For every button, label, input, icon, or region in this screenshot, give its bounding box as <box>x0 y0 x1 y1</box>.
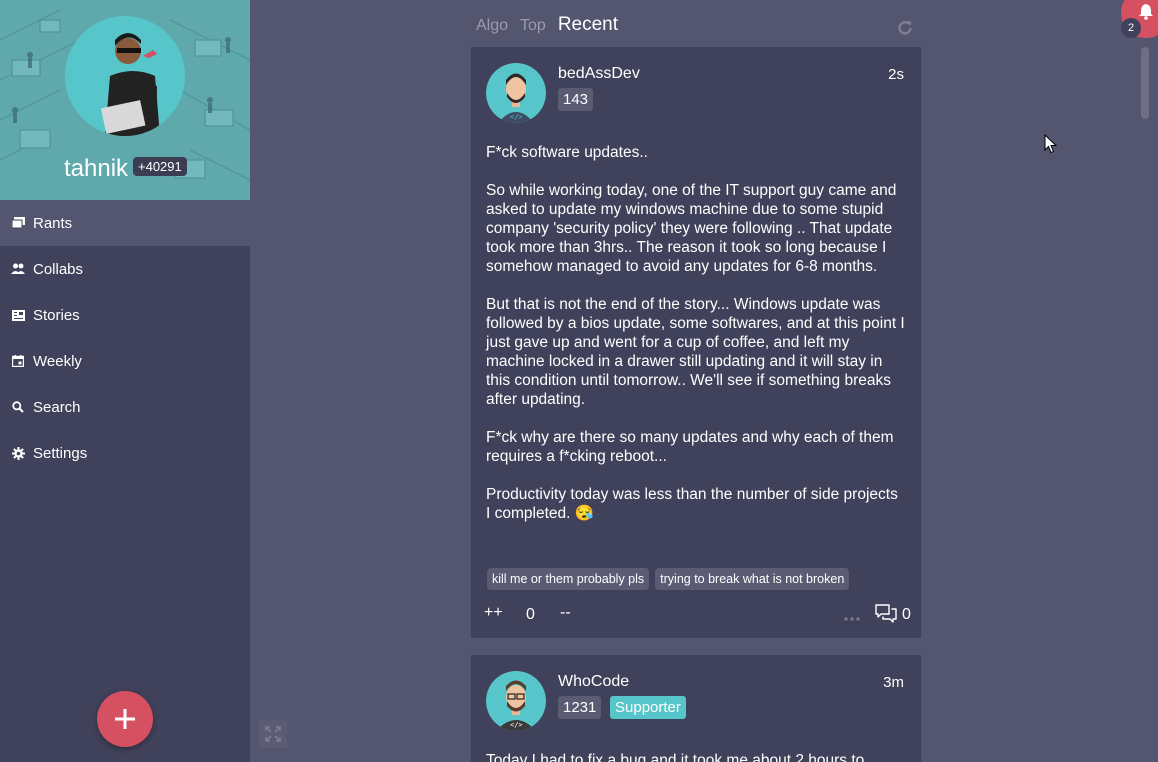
user-score-badge: 143 <box>558 88 594 111</box>
sidebar-item-label: Collabs <box>33 260 84 278</box>
sidebar-item-collabs[interactable]: Collabs <box>0 246 250 292</box>
profile-name: tahnik <box>64 155 129 182</box>
rant-timestamp: 2s <box>888 66 904 83</box>
feed-tabs: Algo Top Recent <box>476 14 630 36</box>
sidebar-item-label: Search <box>33 398 81 416</box>
rant-body[interactable]: Today I had to fix a bug and it took me … <box>486 751 906 762</box>
rant-card[interactable]: </> bedAssDev 143 2s F*ck software updat… <box>471 47 921 638</box>
sidebar-item-label: Rants <box>33 214 73 232</box>
calendar-icon <box>11 354 25 368</box>
sidebar-item-label: Settings <box>33 444 88 462</box>
sidebar-item-search[interactable]: Search <box>0 384 250 430</box>
avatar-illustration: </> <box>496 680 536 731</box>
rant-body[interactable]: F*ck software updates.. So while working… <box>486 143 906 542</box>
tag-chip[interactable]: trying to break what is not broken <box>655 568 850 590</box>
bell-icon <box>1138 3 1154 25</box>
sidebar: tahnik +40291 Rants Collabs Stories Week… <box>0 0 250 762</box>
comment-icon[interactable] <box>875 604 897 624</box>
username[interactable]: bedAssDev <box>558 65 640 83</box>
scrollbar-thumb[interactable] <box>1141 47 1149 119</box>
supporter-badge: Supporter <box>610 696 686 719</box>
profile-score-badge: +40291 <box>133 157 187 176</box>
rant-paragraph: Productivity today was less than the num… <box>486 486 898 522</box>
collabs-icon <box>11 262 25 276</box>
sidebar-item-rants[interactable]: Rants <box>0 200 250 246</box>
svg-text:</>: </> <box>510 113 523 121</box>
plus-icon <box>115 709 135 729</box>
more-options-icon[interactable] <box>844 608 860 626</box>
tag-list: kill me or them probably pls trying to b… <box>487 568 855 590</box>
profile-avatar[interactable] <box>65 16 185 136</box>
rant-card[interactable]: </> WhoCode 1231 Supporter 3m Today I ha… <box>471 655 921 762</box>
tag-chip[interactable]: kill me or them probably pls <box>487 568 650 590</box>
svg-text:</>: </> <box>510 721 523 729</box>
tab-recent[interactable]: Recent <box>558 14 618 36</box>
sidebar-item-settings[interactable]: Settings <box>0 430 250 476</box>
user-avatar[interactable]: </> <box>486 671 546 731</box>
tab-top[interactable]: Top <box>520 17 546 35</box>
expand-icon <box>265 726 281 742</box>
vote-count: 0 <box>526 606 535 623</box>
sidebar-item-stories[interactable]: Stories <box>0 292 250 338</box>
profile-banner[interactable]: tahnik +40291 <box>0 0 250 200</box>
downvote-button[interactable]: -- <box>560 604 571 622</box>
rant-paragraph: F*ck software updates.. <box>486 144 648 161</box>
avatar-illustration: </> <box>498 73 534 123</box>
rant-paragraph: F*ck why are there so many updates and w… <box>486 429 894 465</box>
mouse-cursor-icon <box>1044 133 1058 159</box>
rant-timestamp: 3m <box>883 674 904 691</box>
sidebar-item-label: Stories <box>33 306 80 324</box>
notification-count-badge: 2 <box>1121 18 1141 38</box>
rant-paragraph: But that is not the end of the story... … <box>486 296 905 408</box>
stories-icon <box>11 308 25 322</box>
gear-icon <box>11 446 25 460</box>
rant-paragraph: So while working today, one of the IT su… <box>486 182 897 275</box>
avatar-illustration <box>100 33 160 136</box>
sidebar-nav: Rants Collabs Stories Weekly Search Sett… <box>0 200 250 476</box>
tab-algo[interactable]: Algo <box>476 17 508 35</box>
add-rant-button[interactable] <box>97 691 153 747</box>
expand-button[interactable] <box>259 720 287 748</box>
search-icon <box>11 400 25 414</box>
rants-icon <box>11 216 25 230</box>
refresh-icon[interactable] <box>896 19 914 37</box>
sidebar-item-weekly[interactable]: Weekly <box>0 338 250 384</box>
user-score-badge: 1231 <box>558 696 602 719</box>
comment-count: 0 <box>902 606 911 623</box>
username[interactable]: WhoCode <box>558 673 629 691</box>
vote-row: ++ 0 -- 0 <box>484 604 911 626</box>
user-avatar[interactable]: </> <box>486 63 546 123</box>
upvote-button[interactable]: ++ <box>484 604 503 622</box>
sidebar-item-label: Weekly <box>33 352 82 370</box>
